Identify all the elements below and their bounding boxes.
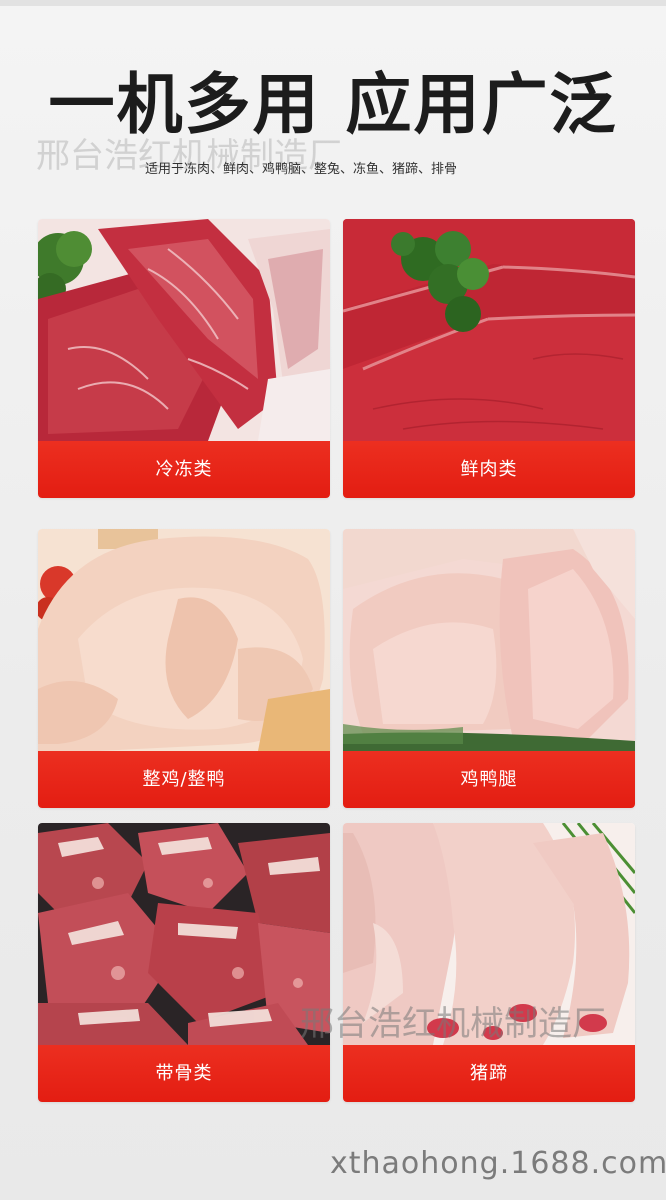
card-frozen-meat[interactable]: 冷冻类 [38, 219, 330, 498]
card-bone-in-meat[interactable]: 带骨类 [38, 823, 330, 1102]
frozen-beef-image [38, 219, 330, 441]
card-whole-poultry[interactable]: 整鸡/整鸭 [38, 529, 330, 808]
card-label-bar: 冷冻类 [38, 441, 330, 498]
page-subtitle: 适用于冻肉、鲜肉、鸡鸭脑、整兔、冻鱼、猪蹄、排骨 [145, 162, 458, 177]
top-strip [0, 0, 666, 6]
watermark-site-url: xthaohong.1688.com [330, 1146, 666, 1181]
chicken-legs-image [343, 529, 635, 751]
card-label-bar: 鸡鸭腿 [343, 751, 635, 808]
watermark-middle: 邢台浩红机械制造厂 [300, 1004, 606, 1044]
card-poultry-legs[interactable]: 鸡鸭腿 [343, 529, 635, 808]
fresh-beef-image [343, 219, 635, 441]
card-fresh-meat[interactable]: 鲜肉类 [343, 219, 635, 498]
page-title: 一机多用 应用广泛 [48, 66, 618, 143]
card-label: 鲜肉类 [460, 458, 518, 480]
card-label-bar: 整鸡/整鸭 [38, 751, 330, 808]
card-label: 鸡鸭腿 [460, 768, 518, 790]
whole-chicken-image [38, 529, 330, 751]
card-label-bar: 鲜肉类 [343, 441, 635, 498]
card-label: 猪蹄 [470, 1062, 508, 1084]
card-pig-trotters[interactable]: 猪蹄 [343, 823, 635, 1102]
bone-in-meat-image [38, 823, 330, 1045]
card-label-bar: 带骨类 [38, 1045, 330, 1102]
card-label: 冷冻类 [155, 458, 213, 480]
card-label-bar: 猪蹄 [343, 1045, 635, 1102]
card-label: 整鸡/整鸭 [142, 768, 226, 790]
card-label: 带骨类 [155, 1062, 213, 1084]
